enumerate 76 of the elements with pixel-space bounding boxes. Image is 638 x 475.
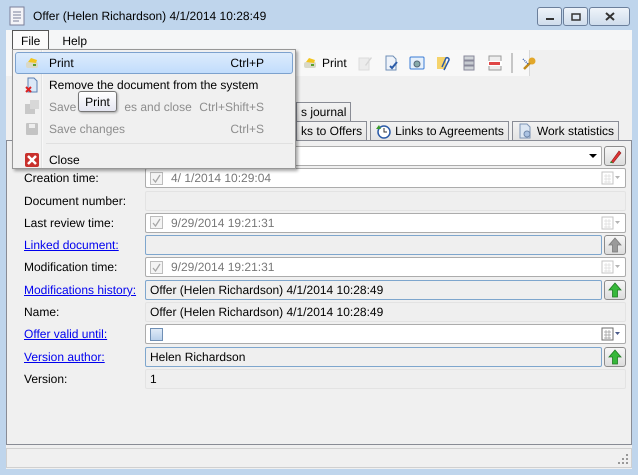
menu-entry-highlight[interactable]: Print Ctrl+P (15, 52, 293, 74)
field-value: Helen Richardson (150, 350, 246, 364)
close-button[interactable] (589, 7, 630, 26)
calendar-dropdown-icon (601, 327, 621, 342)
field-value: Offer (Helen Richardson) 4/1/2014 10:28:49 (150, 282, 384, 297)
text-field[interactable]: 1 (145, 368, 626, 389)
text-field[interactable]: Offer (Helen Richardson) 4/1/2014 10:28:49 (145, 302, 626, 322)
field-link[interactable]: Modifications history: (24, 282, 145, 297)
up-arrow-icon (608, 237, 622, 254)
open-button[interactable] (604, 235, 626, 256)
calendar-dropdown-icon (601, 260, 621, 274)
tab[interactable]: Work statistics (512, 121, 619, 140)
dropdown-arrow-icon (589, 153, 597, 159)
field-label: Version: (24, 372, 68, 386)
lookup-field[interactable]: Helen Richardson (145, 346, 602, 367)
menu-entry-label[interactable]: Remove the document from the system (49, 78, 258, 92)
field-value: 1 (150, 372, 157, 386)
field-label: Document number: (24, 194, 128, 208)
note-pencil-icon (356, 55, 373, 71)
pencil-icon (608, 148, 622, 164)
close-icon (24, 152, 40, 168)
document-remove-icon (24, 77, 40, 93)
menu-entry-label[interactable]: Print (49, 56, 74, 70)
window-title: Offer (Helen Richardson) 4/1/2014 10:28:49 (33, 9, 266, 23)
edit-button[interactable] (604, 146, 626, 166)
tab[interactable]: ks to Offers (296, 121, 368, 140)
clock-icon (375, 123, 392, 139)
printer-icon (24, 55, 40, 71)
up-arrow-icon (608, 282, 622, 298)
menu-item[interactable]: Help (53, 30, 96, 50)
paperclip-icon (434, 55, 451, 71)
minimize-button[interactable] (537, 7, 562, 26)
calendar-dropdown-icon (601, 171, 621, 186)
check-icon (152, 262, 161, 272)
field-label: Modification time: (24, 260, 118, 274)
open-button[interactable] (604, 280, 626, 300)
date-value: 4/ 1/2014 10:29:04 (171, 171, 272, 186)
field-value: Offer (Helen Richardson) 4/1/2014 10:28:49 (150, 305, 384, 320)
check-icon (152, 218, 161, 228)
document-check-icon (382, 55, 399, 71)
checkbox[interactable] (150, 328, 163, 341)
maximize-button[interactable] (563, 7, 588, 26)
keys-icon (520, 55, 537, 71)
field-link[interactable]: Version author: (24, 350, 145, 364)
floppy-disk-icon (24, 99, 40, 115)
close-icon (604, 12, 614, 21)
printer-icon (302, 55, 318, 71)
calendar-dropdown-icon (601, 216, 621, 230)
field-label: Creation time: (24, 171, 100, 186)
maximize-icon (570, 12, 580, 20)
document-icon (9, 6, 25, 26)
date-value: 9/29/2014 19:21:31 (171, 216, 274, 230)
shortcut-text: Ctrl+P (230, 56, 264, 70)
tab[interactable]: s journal (296, 102, 352, 121)
toolbar-button[interactable] (406, 54, 427, 72)
lookup-field[interactable] (145, 235, 602, 256)
menu-item[interactable]: File (12, 30, 50, 50)
field-link[interactable]: Linked document: (24, 238, 145, 252)
open-button[interactable] (604, 346, 626, 367)
date-value: 9/29/2014 19:21:31 (171, 260, 274, 274)
field-label: Name: (24, 305, 60, 320)
date-field[interactable] (145, 324, 626, 344)
resize-grip-icon (617, 453, 629, 465)
check-icon (152, 174, 161, 183)
menu-entry-label[interactable]: Close (49, 153, 80, 167)
tab[interactable]: Links to Agreements (370, 121, 509, 140)
shortcut-text: Ctrl+S (230, 122, 264, 136)
shortcut-text: Ctrl+Shift+S (199, 100, 264, 114)
document-icon (516, 123, 533, 139)
print-button[interactable]: Print (300, 54, 349, 72)
field-label: Last review time: (24, 216, 116, 230)
tooltip: Print (78, 91, 117, 112)
field-link[interactable]: Offer valid until: (24, 327, 145, 342)
stack-icon (460, 55, 477, 71)
up-arrow-icon (608, 348, 622, 365)
lookup-field[interactable]: Offer (Helen Richardson) 4/1/2014 10:28:49 (145, 280, 602, 300)
